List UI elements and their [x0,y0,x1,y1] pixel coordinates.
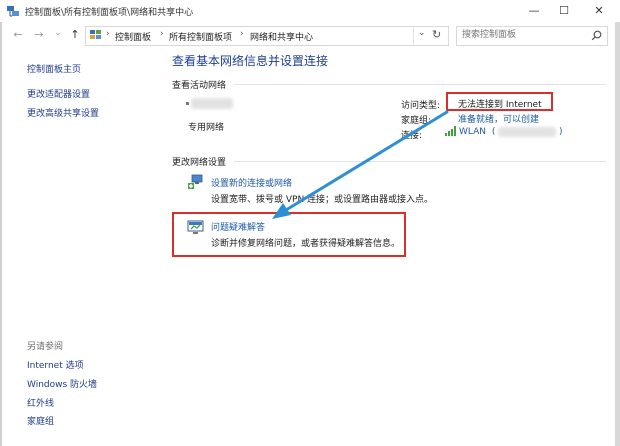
breadcrumb-separator: › [160,29,164,39]
breadcrumb-separator: › [240,29,244,39]
change-settings-heading: 更改网络设置 [172,158,227,168]
minimize-button[interactable]: — [518,0,550,22]
access-type-value: 无法连接到 Internet [458,100,542,110]
breadcrumb-item-control-panel[interactable]: 控制面板 [115,30,151,43]
breadcrumb-item-all-items[interactable]: 所有控制面板项 [169,30,232,43]
network-name-bullet [186,102,189,105]
window-title: 控制面板\所有控制面板项\网络和共享中心 [25,8,194,18]
setup-connection-description: 设置宽带、拨号或 VPN 连接；或设置路由器或接入点。 [211,195,434,205]
connection-ssid-open: ( [491,127,496,137]
access-type-label: 访问类型: [401,101,441,111]
address-dropdown-chevron-icon[interactable]: ⌄ [418,28,426,38]
troubleshoot-link[interactable]: 问题疑难解答 [211,220,265,233]
window-right-edge [615,22,620,446]
see-also-internet-options[interactable]: Internet 选项 [27,358,84,371]
breadcrumb-separator: › [106,29,110,39]
sidebar-link-home[interactable]: 控制面板主页 [27,62,81,75]
see-also-infrared[interactable]: 红外线 [27,396,54,409]
breadcrumb-item-network-center[interactable]: 网络和共享中心 [250,30,313,43]
close-button[interactable]: ✕ [583,0,615,22]
connection-wlan-link[interactable]: WLAN ( [459,127,495,137]
connections-label: 连接: [401,131,423,141]
back-arrow-icon[interactable]: ← [10,27,26,43]
troubleshoot-icon [187,220,204,234]
homegroup-label: 家庭组: [401,116,432,126]
window-left-edge [0,22,2,446]
homegroup-link[interactable]: 准备就绪，可以创建 [458,112,539,125]
troubleshoot-description: 诊断并修复网络问题，或者获得疑难解答信息。 [211,239,401,249]
sidebar-link-advanced-sharing[interactable]: 更改高级共享设置 [27,106,99,119]
network-type: 专用网络 [188,123,225,133]
wifi-signal-icon [445,126,456,136]
search-box [456,26,608,46]
search-icon[interactable] [591,30,602,41]
section-divider [234,84,606,85]
network-name-redacted [191,98,233,109]
new-connection-icon [188,174,203,189]
recent-locations-chevron-icon[interactable]: ⌄ [50,25,66,41]
sidebar-link-adapter-settings[interactable]: 更改适配器设置 [27,87,90,100]
maximize-button[interactable]: ☐ [548,0,580,22]
setup-connection-link[interactable]: 设置新的连接或网络 [211,176,292,189]
connection-ssid-redacted [498,127,556,137]
annotation-highlight-box [172,212,406,257]
up-arrow-icon[interactable]: ↑ [67,27,83,43]
refresh-icon[interactable]: ↻ [432,28,441,41]
section-divider [234,161,606,162]
see-also-windows-firewall[interactable]: Windows 防火墙 [27,377,97,390]
page-title: 查看基本网络信息并设置连接 [172,54,329,68]
see-also-heading: 另请参阅 [27,342,64,352]
connection-name: WLAN [459,127,487,137]
address-divider [413,26,414,46]
forward-arrow-icon[interactable]: → [31,27,47,43]
see-also-homegroup[interactable]: 家庭组 [27,414,54,427]
active-networks-heading: 查看活动网络 [172,81,227,91]
search-input[interactable] [462,27,590,43]
control-panel-icon [90,30,101,39]
network-center-icon [7,6,19,17]
connection-ssid-close: ) [559,127,563,137]
